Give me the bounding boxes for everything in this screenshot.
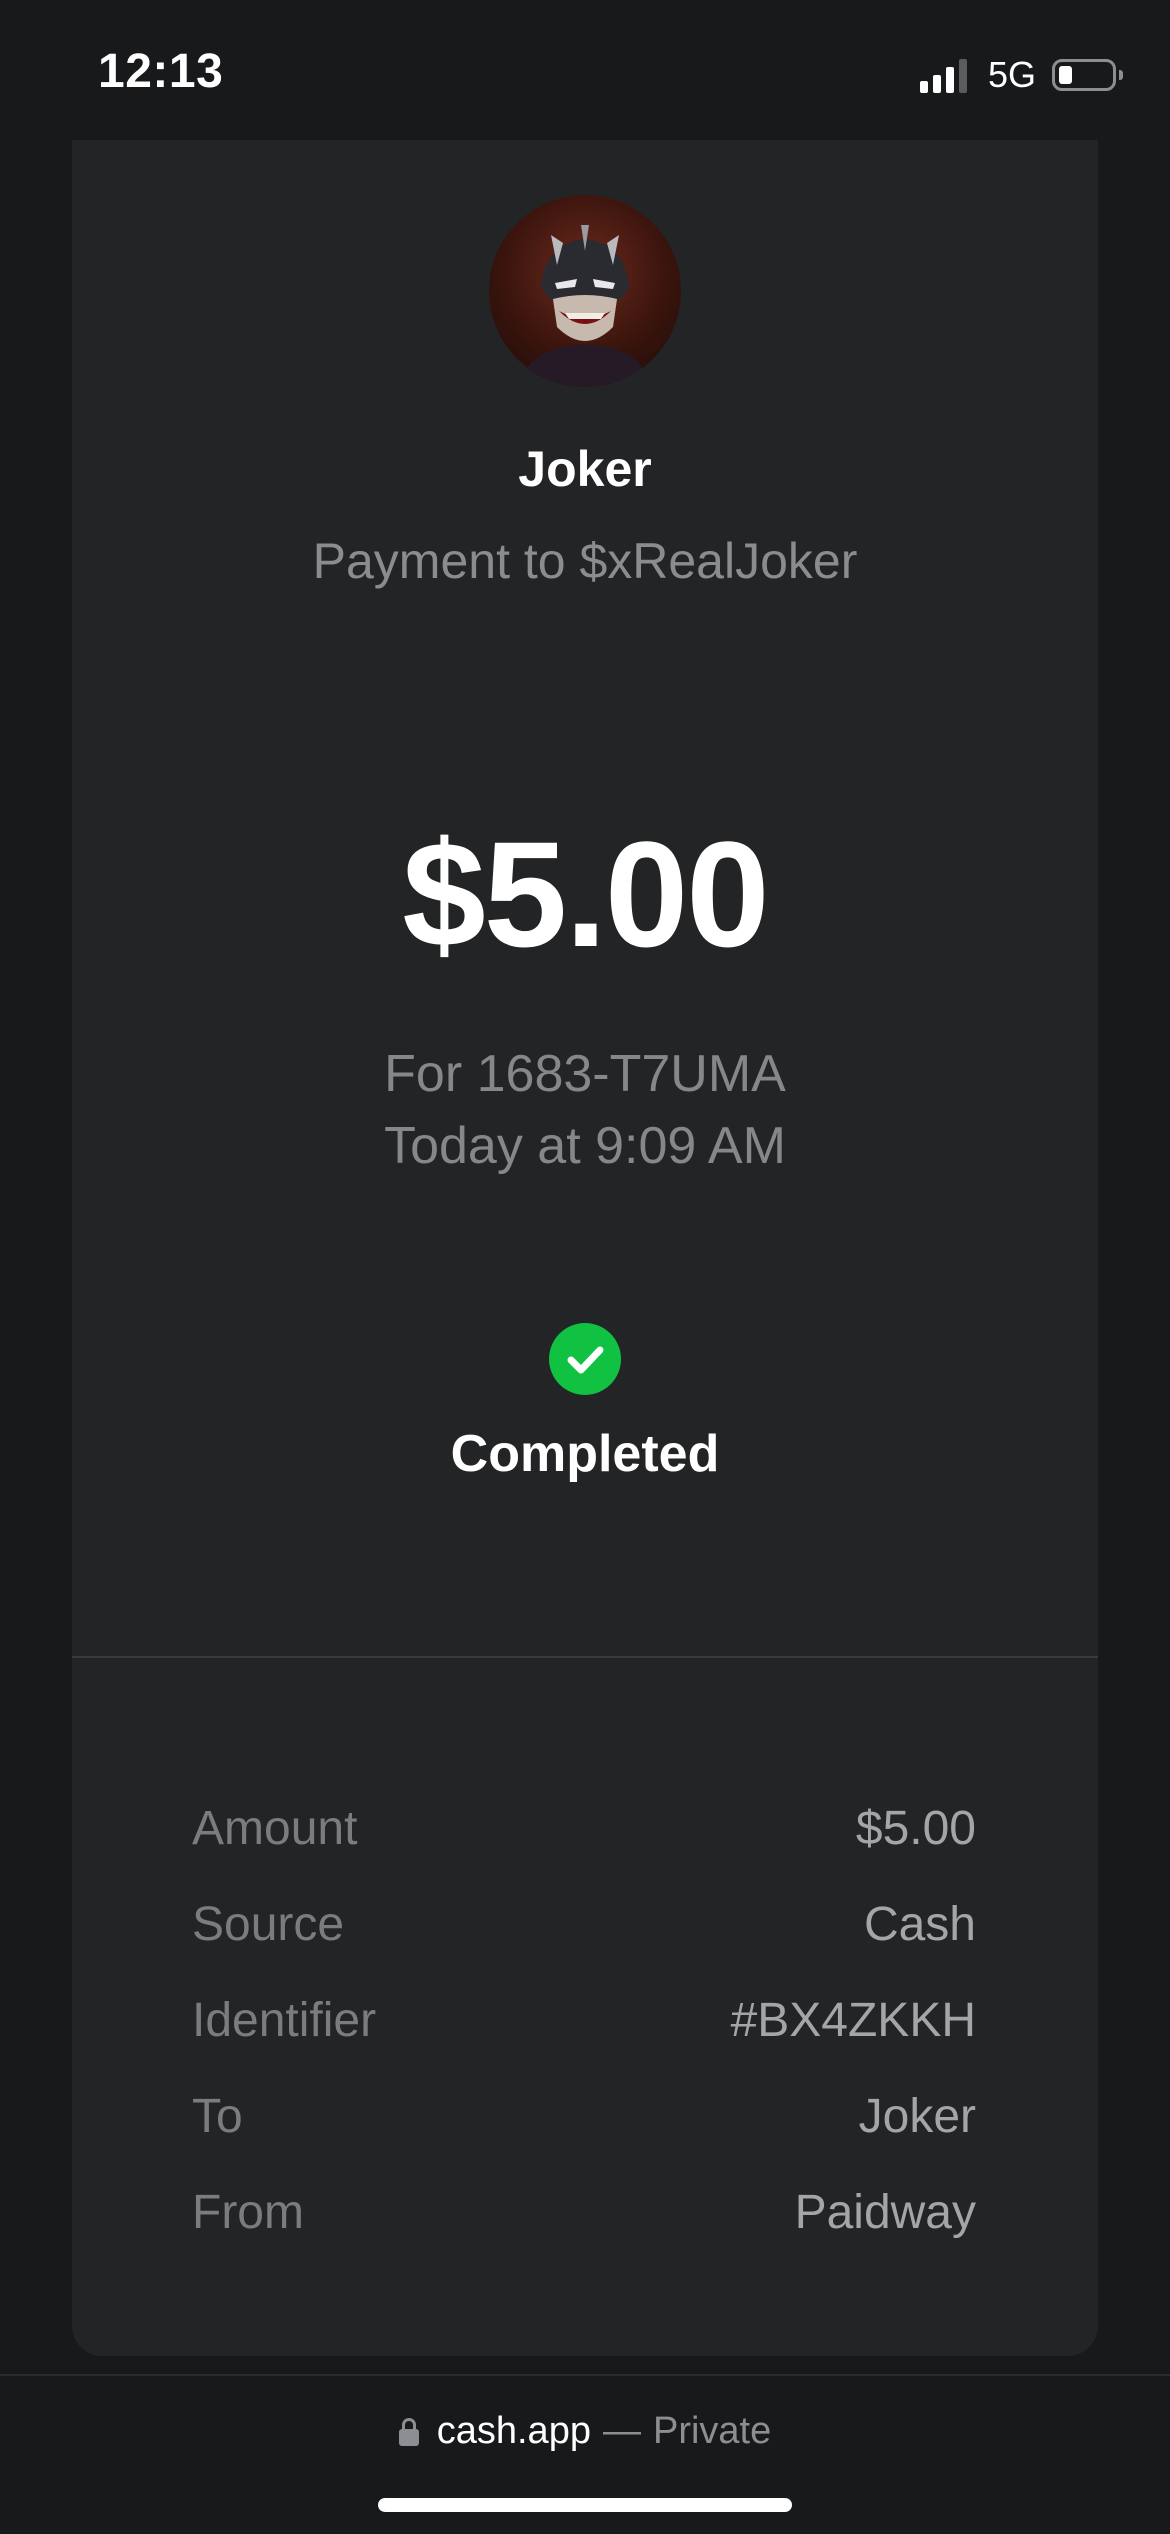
detail-row-amount: Amount $5.00 (192, 1780, 976, 1876)
url-domain[interactable]: cash.app (437, 2410, 591, 2453)
network-type: 5G (987, 54, 1036, 95)
cellular-signal-icon (919, 57, 972, 93)
memo-note: For 1683-T7UMA (384, 1045, 786, 1103)
browser-address-bar: cash.app — Private (0, 2374, 1170, 2534)
status-indicators: 5G (919, 52, 1123, 98)
avatar (489, 195, 681, 387)
payment-status: Completed (450, 1425, 720, 1483)
payment-amount: $5.00 (402, 810, 769, 978)
url-display[interactable]: cash.app — Private (0, 2410, 1170, 2453)
status-time: 12:13 (98, 45, 224, 98)
detail-value: $5.00 (855, 1801, 976, 1855)
detail-row-from: From Paidway (192, 2164, 976, 2260)
detail-label: Source (192, 1897, 345, 1951)
detail-row-source: Source Cash (192, 1876, 976, 1972)
detail-value: Cash (863, 1897, 976, 1951)
payment-subtitle: Payment to $xRealJoker (312, 533, 858, 589)
battery-icon (1052, 59, 1123, 91)
payment-memo: For 1683-T7UMA Today at 9:09 AM (72, 1038, 1098, 1182)
detail-value: #BX4ZKKH (730, 1993, 976, 2047)
status-bar: 12:13 5G (0, 0, 1170, 140)
detail-value: Paidway (794, 2185, 976, 2239)
detail-label: Identifier (192, 1993, 377, 2047)
divider (72, 1656, 1098, 1658)
payee-name: Joker (518, 441, 652, 497)
detail-label: From (192, 2185, 304, 2239)
detail-label: Amount (192, 1801, 358, 1855)
check-circle-icon (549, 1323, 621, 1395)
privacy-label: Private (652, 2410, 772, 2452)
detail-value: Joker (858, 2089, 976, 2143)
lock-icon (398, 2417, 419, 2446)
details-list: Amount $5.00 Source Cash Identifier #BX4… (192, 1780, 976, 2260)
detail-row-identifier: Identifier #BX4ZKKH (192, 1972, 976, 2068)
detail-label: To (192, 2089, 243, 2143)
payment-date: Today at 9:09 AM (384, 1117, 786, 1175)
url-separator: — (602, 2410, 641, 2452)
joker-avatar-icon (519, 225, 651, 387)
home-indicator[interactable] (378, 2498, 792, 2512)
detail-row-to: To Joker (192, 2068, 976, 2164)
receipt-card: Joker Payment to $xRealJoker $5.00 For 1… (72, 140, 1098, 2356)
